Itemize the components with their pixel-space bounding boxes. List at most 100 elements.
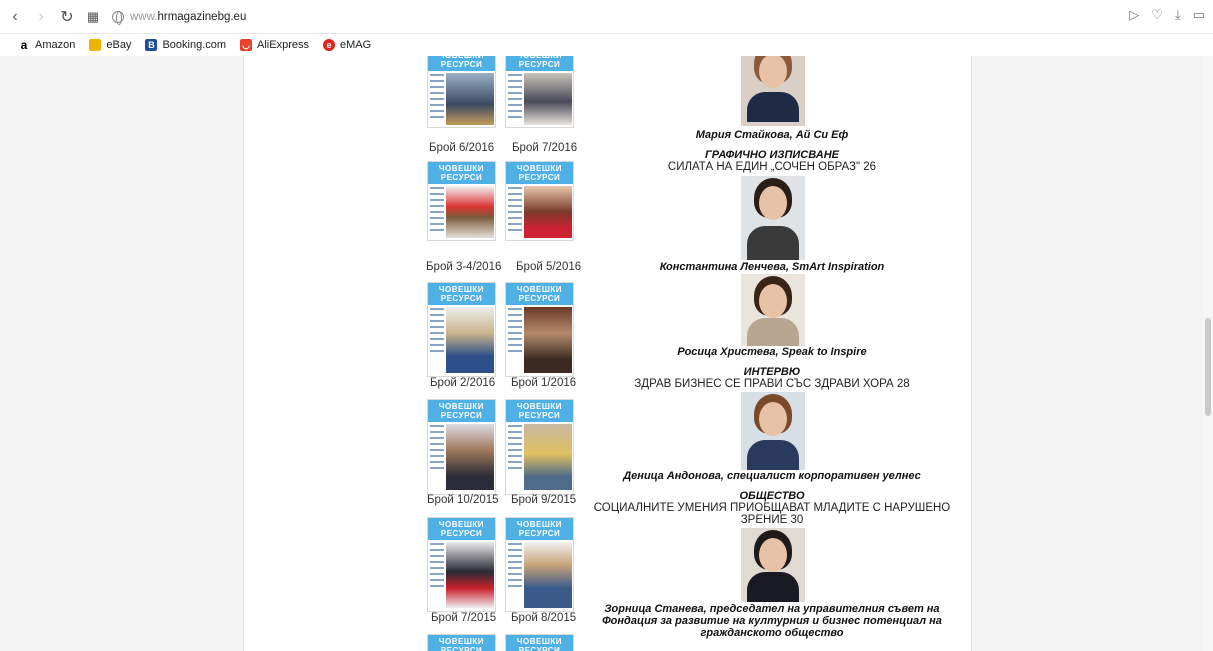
cover-caption[interactable]: Брой 5/2016 (516, 261, 581, 273)
cover-masthead: ЧОВЕШКИ РЕСУРСИ (428, 162, 495, 184)
portrait-photo (741, 56, 805, 126)
cover-text-lines (430, 74, 444, 122)
ebay-icon (89, 39, 102, 51)
scrollbar-thumb[interactable] (1205, 318, 1211, 416)
magazine-cover[interactable]: ЧОВЕШКИ РЕСУРСИ (505, 634, 574, 651)
magazine-cover[interactable]: ЧОВЕШКИ РЕСУРСИ (505, 56, 574, 128)
cover-caption[interactable]: Брой 2/2016 (430, 377, 495, 389)
person-caption: Мария Стайкова, Ай Си Еф (695, 129, 849, 141)
cover-masthead: ЧОВЕШКИ РЕСУРСИ (428, 56, 495, 71)
cover-text-lines (508, 425, 522, 473)
bookmark-label: eBay (106, 39, 132, 51)
magazine-cover[interactable]: ЧОВЕШКИ РЕСУРСИ (505, 161, 574, 241)
cover-caption[interactable]: Брой 9/2015 (511, 494, 576, 506)
bookmark-label: Booking.com (162, 39, 227, 51)
portrait-body (747, 572, 799, 602)
bookmark-aliexpress[interactable]: ◡ AliExpress (240, 39, 309, 51)
magazine-cover[interactable]: ЧОВЕШКИ РЕСУРСИ (505, 399, 574, 495)
cover-text-lines (430, 543, 444, 591)
bookmark-label: eMAG (340, 39, 372, 51)
forward-icon[interactable]: › (30, 6, 52, 28)
cover-masthead: ЧОВЕШКИ РЕСУРСИ (506, 56, 573, 71)
cover-caption[interactable]: Брой 8/2015 (511, 612, 576, 624)
download-icon[interactable]: ⤓ (1175, 7, 1181, 23)
portrait-body (747, 318, 799, 346)
vertical-scrollbar[interactable] (1203, 56, 1213, 651)
cover-masthead: ЧОВЕШКИ РЕСУРСИ (506, 283, 573, 305)
magazine-cover[interactable]: ЧОВЕШКИ РЕСУРСИ (427, 282, 496, 377)
cover-photo (524, 307, 572, 373)
cover-caption[interactable]: Брой 6/2016 (429, 142, 494, 154)
cover-text-lines (430, 187, 444, 235)
section-title: ГРАФИЧНО ИЗПИСВАНЕ (705, 149, 839, 161)
cover-text-lines (508, 308, 522, 356)
person-caption: Константина Ленчева, SmArt Inspiration (659, 261, 885, 273)
magazine-cover[interactable]: ЧОВЕШКИ РЕСУРСИ (427, 161, 496, 241)
portrait-body (747, 92, 799, 122)
magazine-cover[interactable]: ЧОВЕШКИ РЕСУРСИ (427, 56, 496, 128)
address-bar[interactable]: www. hrmagazinebg.eu (112, 10, 247, 25)
cover-caption[interactable]: Брой 10/2015 (427, 494, 499, 506)
portrait-photo (741, 274, 805, 346)
bookmark-label: Amazon (35, 39, 76, 51)
portrait-face (759, 402, 787, 436)
cover-text-lines (508, 543, 522, 591)
person-caption: гражданското общество (700, 627, 844, 639)
cover-caption[interactable]: Брой 7/2016 (512, 142, 577, 154)
section-title: ОБЩЕСТВО (739, 490, 805, 502)
cover-text-lines (430, 308, 444, 356)
cover-masthead: ЧОВЕШКИ РЕСУРСИ (506, 162, 573, 184)
bookmark-emag[interactable]: e eMAG (323, 39, 371, 51)
browser-toolbar: ‹ › ↻ ▦ www. hrmagazinebg.eu ▷ ♡ ⤓ ▭ (0, 0, 1213, 34)
cover-photo (446, 307, 494, 373)
content-column: ЧОВЕШКИ РЕСУРСИ ЧОВЕШКИ РЕСУРСИ Брой 6/2… (243, 56, 972, 651)
url-prefix: www. (130, 10, 158, 23)
bookmark-ebay[interactable]: eBay (89, 39, 131, 51)
article-title[interactable]: СОЦИАЛНИТЕ УМЕНИЯ ПРИОБЩАВАТ МЛАДИТЕ С Н… (584, 502, 960, 514)
cover-text-lines (430, 425, 444, 473)
cover-caption[interactable]: Брой 3-4/2016 (426, 261, 501, 273)
emag-icon: e (323, 39, 335, 51)
cover-photo (446, 186, 494, 238)
cover-photo (446, 73, 494, 125)
bookmark-booking[interactable]: B Booking.com (145, 39, 226, 51)
cover-caption[interactable]: Брой 1/2016 (511, 377, 576, 389)
globe-icon (112, 10, 124, 25)
cover-photo (524, 73, 572, 125)
portrait-face (759, 284, 787, 318)
speed-dial-icon[interactable]: ▦ (82, 6, 104, 28)
article-title[interactable]: ЗРЕНИЕ 30 (644, 514, 900, 526)
cover-text-lines (508, 187, 522, 235)
cover-masthead: ЧОВЕШКИ РЕСУРСИ (428, 518, 495, 540)
magazine-cover[interactable]: ЧОВЕШКИ РЕСУРСИ (505, 282, 574, 377)
portrait-photo (741, 176, 805, 260)
bookmarks-bar: a Amazon eBay B Booking.com ◡ AliExpress… (0, 34, 1213, 56)
cover-photo (524, 186, 572, 238)
cover-photo (446, 424, 494, 490)
amazon-icon: a (18, 38, 30, 52)
web-page: ЧОВЕШКИ РЕСУРСИ ЧОВЕШКИ РЕСУРСИ Брой 6/2… (0, 56, 1213, 651)
magazine-cover[interactable]: ЧОВЕШКИ РЕСУРСИ (505, 517, 574, 612)
article-title[interactable]: СИЛАТА НА ЕДИН „СОЧЕН ОБРАЗ" 26 (614, 161, 930, 173)
portrait-body (747, 440, 799, 470)
magazine-cover[interactable]: ЧОВЕШКИ РЕСУРСИ (427, 399, 496, 495)
cover-caption[interactable]: Брой 7/2015 (431, 612, 496, 624)
cover-masthead: ЧОВЕШКИ РЕСУРСИ (428, 400, 495, 422)
magazine-cover[interactable]: ЧОВЕШКИ РЕСУРСИ (427, 634, 496, 651)
send-icon[interactable]: ▷ (1129, 7, 1139, 23)
magazine-cover[interactable]: ЧОВЕШКИ РЕСУРСИ (427, 517, 496, 612)
article-title[interactable]: ЗДРАВ БИЗНЕС СЕ ПРАВИ СЪС ЗДРАВИ ХОРА 28 (604, 378, 940, 390)
back-icon[interactable]: ‹ (4, 6, 26, 28)
portrait-photo (741, 528, 805, 602)
url-host: hrmagazinebg.eu (157, 10, 247, 23)
portrait-face (759, 186, 787, 220)
battery-icon[interactable]: ▭ (1193, 7, 1205, 23)
section-title: ИНТЕРВЮ (743, 366, 801, 378)
heart-icon[interactable]: ♡ (1151, 7, 1163, 23)
portrait-face (759, 538, 787, 572)
bookmark-amazon[interactable]: a Amazon (18, 38, 76, 52)
reload-icon[interactable]: ↻ (56, 6, 78, 28)
portrait-face (759, 56, 787, 88)
person-caption: Росица Христева, Speak to Inspire (677, 346, 867, 358)
bookmark-label: AliExpress (257, 39, 309, 51)
